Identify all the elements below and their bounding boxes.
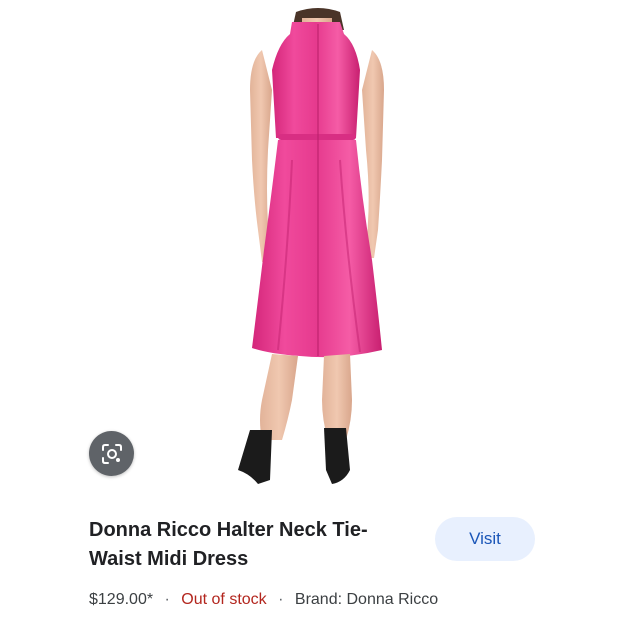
lens-search-icon bbox=[101, 443, 122, 464]
product-title[interactable]: Donna Ricco Halter Neck Tie- Waist Midi … bbox=[89, 516, 409, 574]
shopping-result-card: Donna Ricco Halter Neck Tie- Waist Midi … bbox=[0, 0, 624, 624]
brand: Brand: Donna Ricco bbox=[294, 591, 439, 608]
separator-dot: · bbox=[164, 591, 170, 608]
product-meta: $129.00* · Out of stock · Brand: Donna R… bbox=[89, 590, 438, 610]
product-image[interactable] bbox=[0, 0, 624, 500]
separator-dot: · bbox=[278, 591, 284, 608]
lens-search-button[interactable] bbox=[89, 431, 134, 476]
stock-status: Out of stock bbox=[181, 591, 267, 608]
dress-model-photo bbox=[238, 8, 384, 484]
price: $129.00* bbox=[89, 591, 154, 608]
visit-button[interactable]: Visit bbox=[435, 517, 535, 561]
product-title-line2: Waist Midi Dress bbox=[89, 548, 249, 570]
product-title-line1: Donna Ricco Halter Neck Tie- bbox=[89, 519, 368, 541]
